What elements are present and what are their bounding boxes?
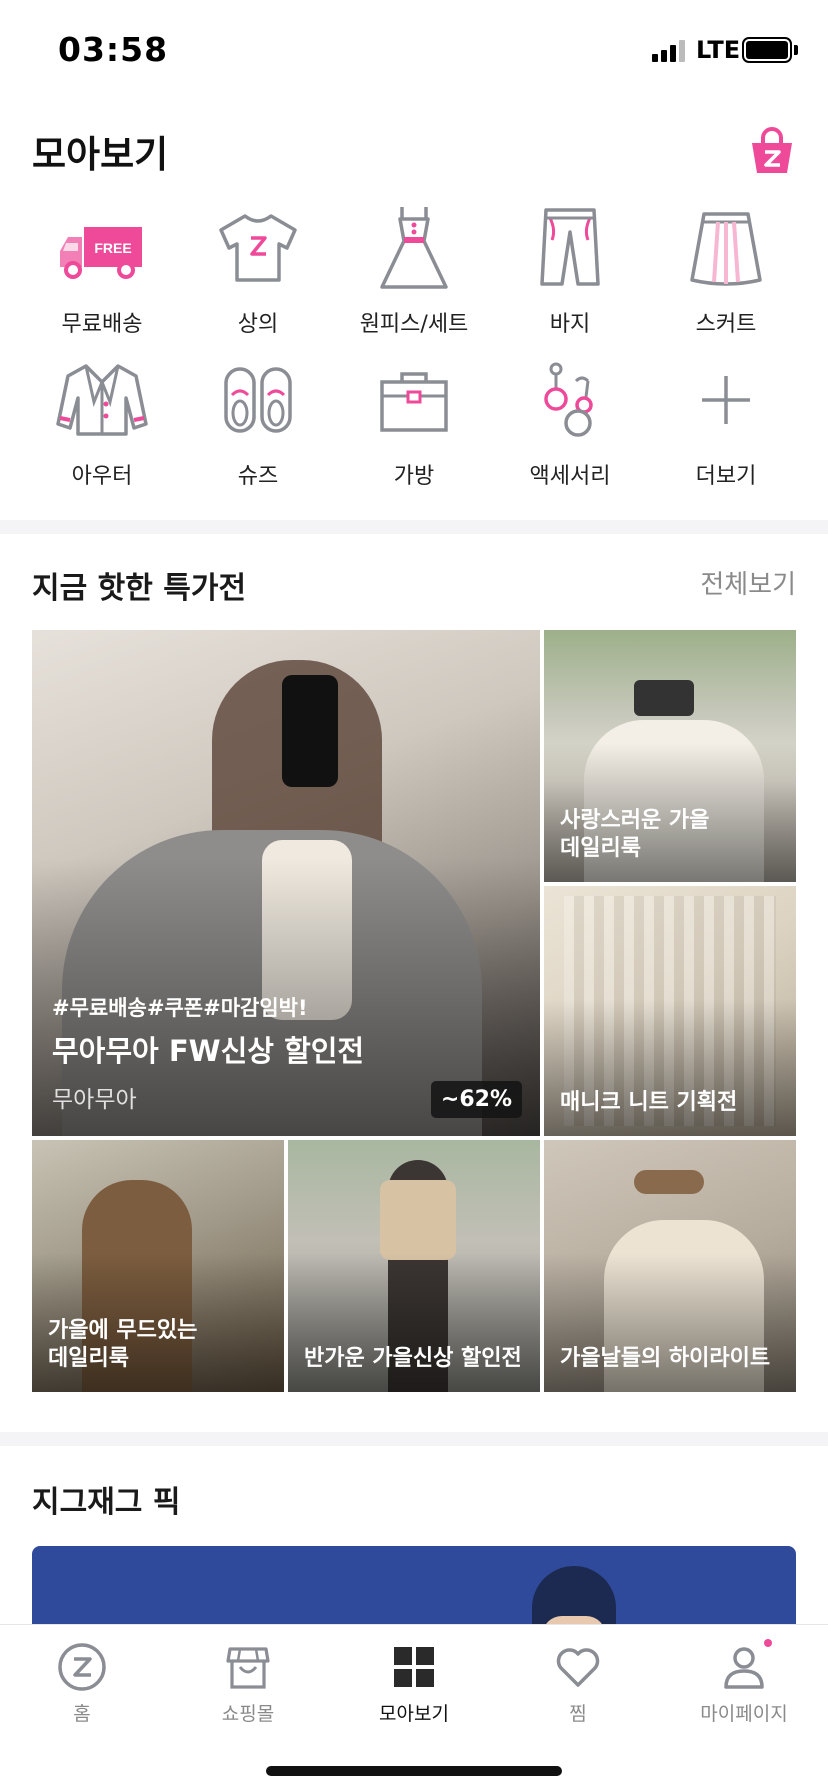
dress-icon bbox=[380, 207, 448, 289]
category-shoes[interactable]: 슈즈 bbox=[180, 352, 336, 504]
category-pants[interactable]: 바지 bbox=[492, 200, 648, 352]
promo-caption: 반가운 가을신상 할인전 bbox=[304, 1346, 522, 1372]
category-free-shipping[interactable]: FREE 무료배송 bbox=[24, 200, 180, 352]
category-label: 더보기 bbox=[695, 464, 757, 489]
category-label: 원피스/세트 bbox=[359, 312, 469, 337]
category-tops[interactable]: 상의 bbox=[180, 200, 336, 352]
section-divider bbox=[0, 1432, 828, 1446]
svg-text:FREE: FREE bbox=[94, 240, 131, 256]
tshirt-icon bbox=[219, 214, 297, 282]
zigzag-home-icon bbox=[58, 1643, 106, 1691]
tab-label: 찜 bbox=[569, 1703, 587, 1725]
promo-tile-lovely-autumn[interactable]: 사랑스러운 가을 데일리룩 bbox=[544, 630, 796, 882]
skirt-icon bbox=[690, 212, 762, 286]
status-time: 03:58 bbox=[58, 30, 169, 69]
promo-caption: 가을날들의 하이라이트 bbox=[560, 1346, 771, 1372]
page-title: 모아보기 bbox=[32, 133, 169, 176]
pants-icon bbox=[540, 208, 600, 286]
home-indicator bbox=[266, 1766, 562, 1776]
category-label: 무료배송 bbox=[61, 312, 143, 337]
category-label: 상의 bbox=[237, 312, 279, 337]
tab-store[interactable]: 쇼핑몰 bbox=[188, 1639, 308, 1726]
category-more[interactable]: 더보기 bbox=[648, 352, 804, 504]
tab-collection[interactable]: 모아보기 bbox=[354, 1639, 474, 1726]
tab-wishlist[interactable]: 찜 bbox=[518, 1639, 638, 1726]
promo-caption: 가을에 무드있는 데일리룩 bbox=[48, 1317, 198, 1372]
promo-caption: 매니크 니트 기획전 bbox=[560, 1090, 738, 1116]
person-icon bbox=[724, 1647, 764, 1689]
discount-badge: ~62% bbox=[430, 1081, 522, 1118]
promo-main-store: 무아무아 bbox=[52, 1087, 137, 1113]
category-onepiece[interactable]: 원피스/세트 bbox=[336, 200, 492, 352]
status-bar: 03:58 LTE bbox=[0, 0, 828, 100]
bag-icon bbox=[380, 372, 448, 432]
view-all-link[interactable]: 전체보기 bbox=[700, 564, 796, 601]
hat-prop bbox=[634, 1170, 704, 1194]
battery-icon bbox=[742, 37, 792, 63]
promo-main-title: 무아무아 FW신상 할인전 bbox=[52, 1034, 365, 1068]
promo-tile-mood-daily[interactable]: 가을에 무드있는 데일리룩 bbox=[32, 1140, 284, 1392]
section-title-hot-deals: 지금 핫한 특가전 bbox=[32, 571, 247, 606]
free-shipping-truck-icon: FREE bbox=[60, 227, 142, 279]
category-label: 바지 bbox=[549, 312, 591, 337]
promo-tile-new-autumn[interactable]: 반가운 가을신상 할인전 bbox=[288, 1140, 540, 1392]
category-label: 스커트 bbox=[695, 312, 757, 337]
section-divider bbox=[0, 520, 828, 534]
tab-home[interactable]: 홈 bbox=[22, 1639, 142, 1726]
shopping-bag-icon bbox=[752, 127, 792, 173]
signal-icon bbox=[652, 38, 688, 62]
tab-label: 마이페이지 bbox=[700, 1703, 788, 1725]
notification-dot bbox=[764, 1639, 772, 1647]
tab-mypage[interactable]: 마이페이지 bbox=[684, 1639, 804, 1726]
category-label: 가방 bbox=[393, 464, 435, 489]
network-type: LTE bbox=[696, 36, 741, 64]
promo-main-tags: #무료배송#쿠폰#마감임박! bbox=[52, 996, 308, 1020]
heart-icon bbox=[556, 1648, 600, 1687]
tab-label: 쇼핑몰 bbox=[221, 1703, 275, 1725]
grid-icon bbox=[394, 1647, 434, 1687]
category-label: 액세서리 bbox=[529, 464, 611, 489]
camera-prop bbox=[634, 680, 694, 716]
category-skirt[interactable]: 스커트 bbox=[648, 200, 804, 352]
jacket-icon bbox=[56, 364, 148, 436]
store-icon bbox=[226, 1647, 270, 1689]
tab-label: 홈 bbox=[73, 1703, 91, 1725]
category-label: 슈즈 bbox=[237, 464, 279, 489]
category-grid: FREE 무료배송 상의 원피스/세트 바지 스커트 아우터 슈즈 가방 액세서… bbox=[24, 200, 804, 504]
category-bags[interactable]: 가방 bbox=[336, 352, 492, 504]
category-outer[interactable]: 아우터 bbox=[24, 352, 180, 504]
promo-tile-highlight[interactable]: 가을날들의 하이라이트 bbox=[544, 1140, 796, 1392]
section-title-picks: 지그재그 픽 bbox=[32, 1485, 181, 1520]
tab-label: 모아보기 bbox=[379, 1703, 449, 1725]
phone-prop bbox=[282, 675, 338, 787]
plus-icon bbox=[702, 376, 750, 424]
promo-main-tile[interactable]: #무료배송#쿠폰#마감임박! 무아무아 FW신상 할인전 무아무아 ~62% bbox=[32, 630, 540, 1136]
promo-tile-knit[interactable]: 매니크 니트 기획전 bbox=[544, 886, 796, 1136]
category-accessories[interactable]: 액세서리 bbox=[492, 352, 648, 504]
promo-caption: 사랑스러운 가을 데일리룩 bbox=[560, 807, 710, 862]
shoes-icon bbox=[224, 367, 292, 433]
category-label: 아우터 bbox=[71, 464, 133, 489]
cart-button[interactable] bbox=[746, 125, 798, 177]
earrings-icon bbox=[544, 362, 593, 437]
